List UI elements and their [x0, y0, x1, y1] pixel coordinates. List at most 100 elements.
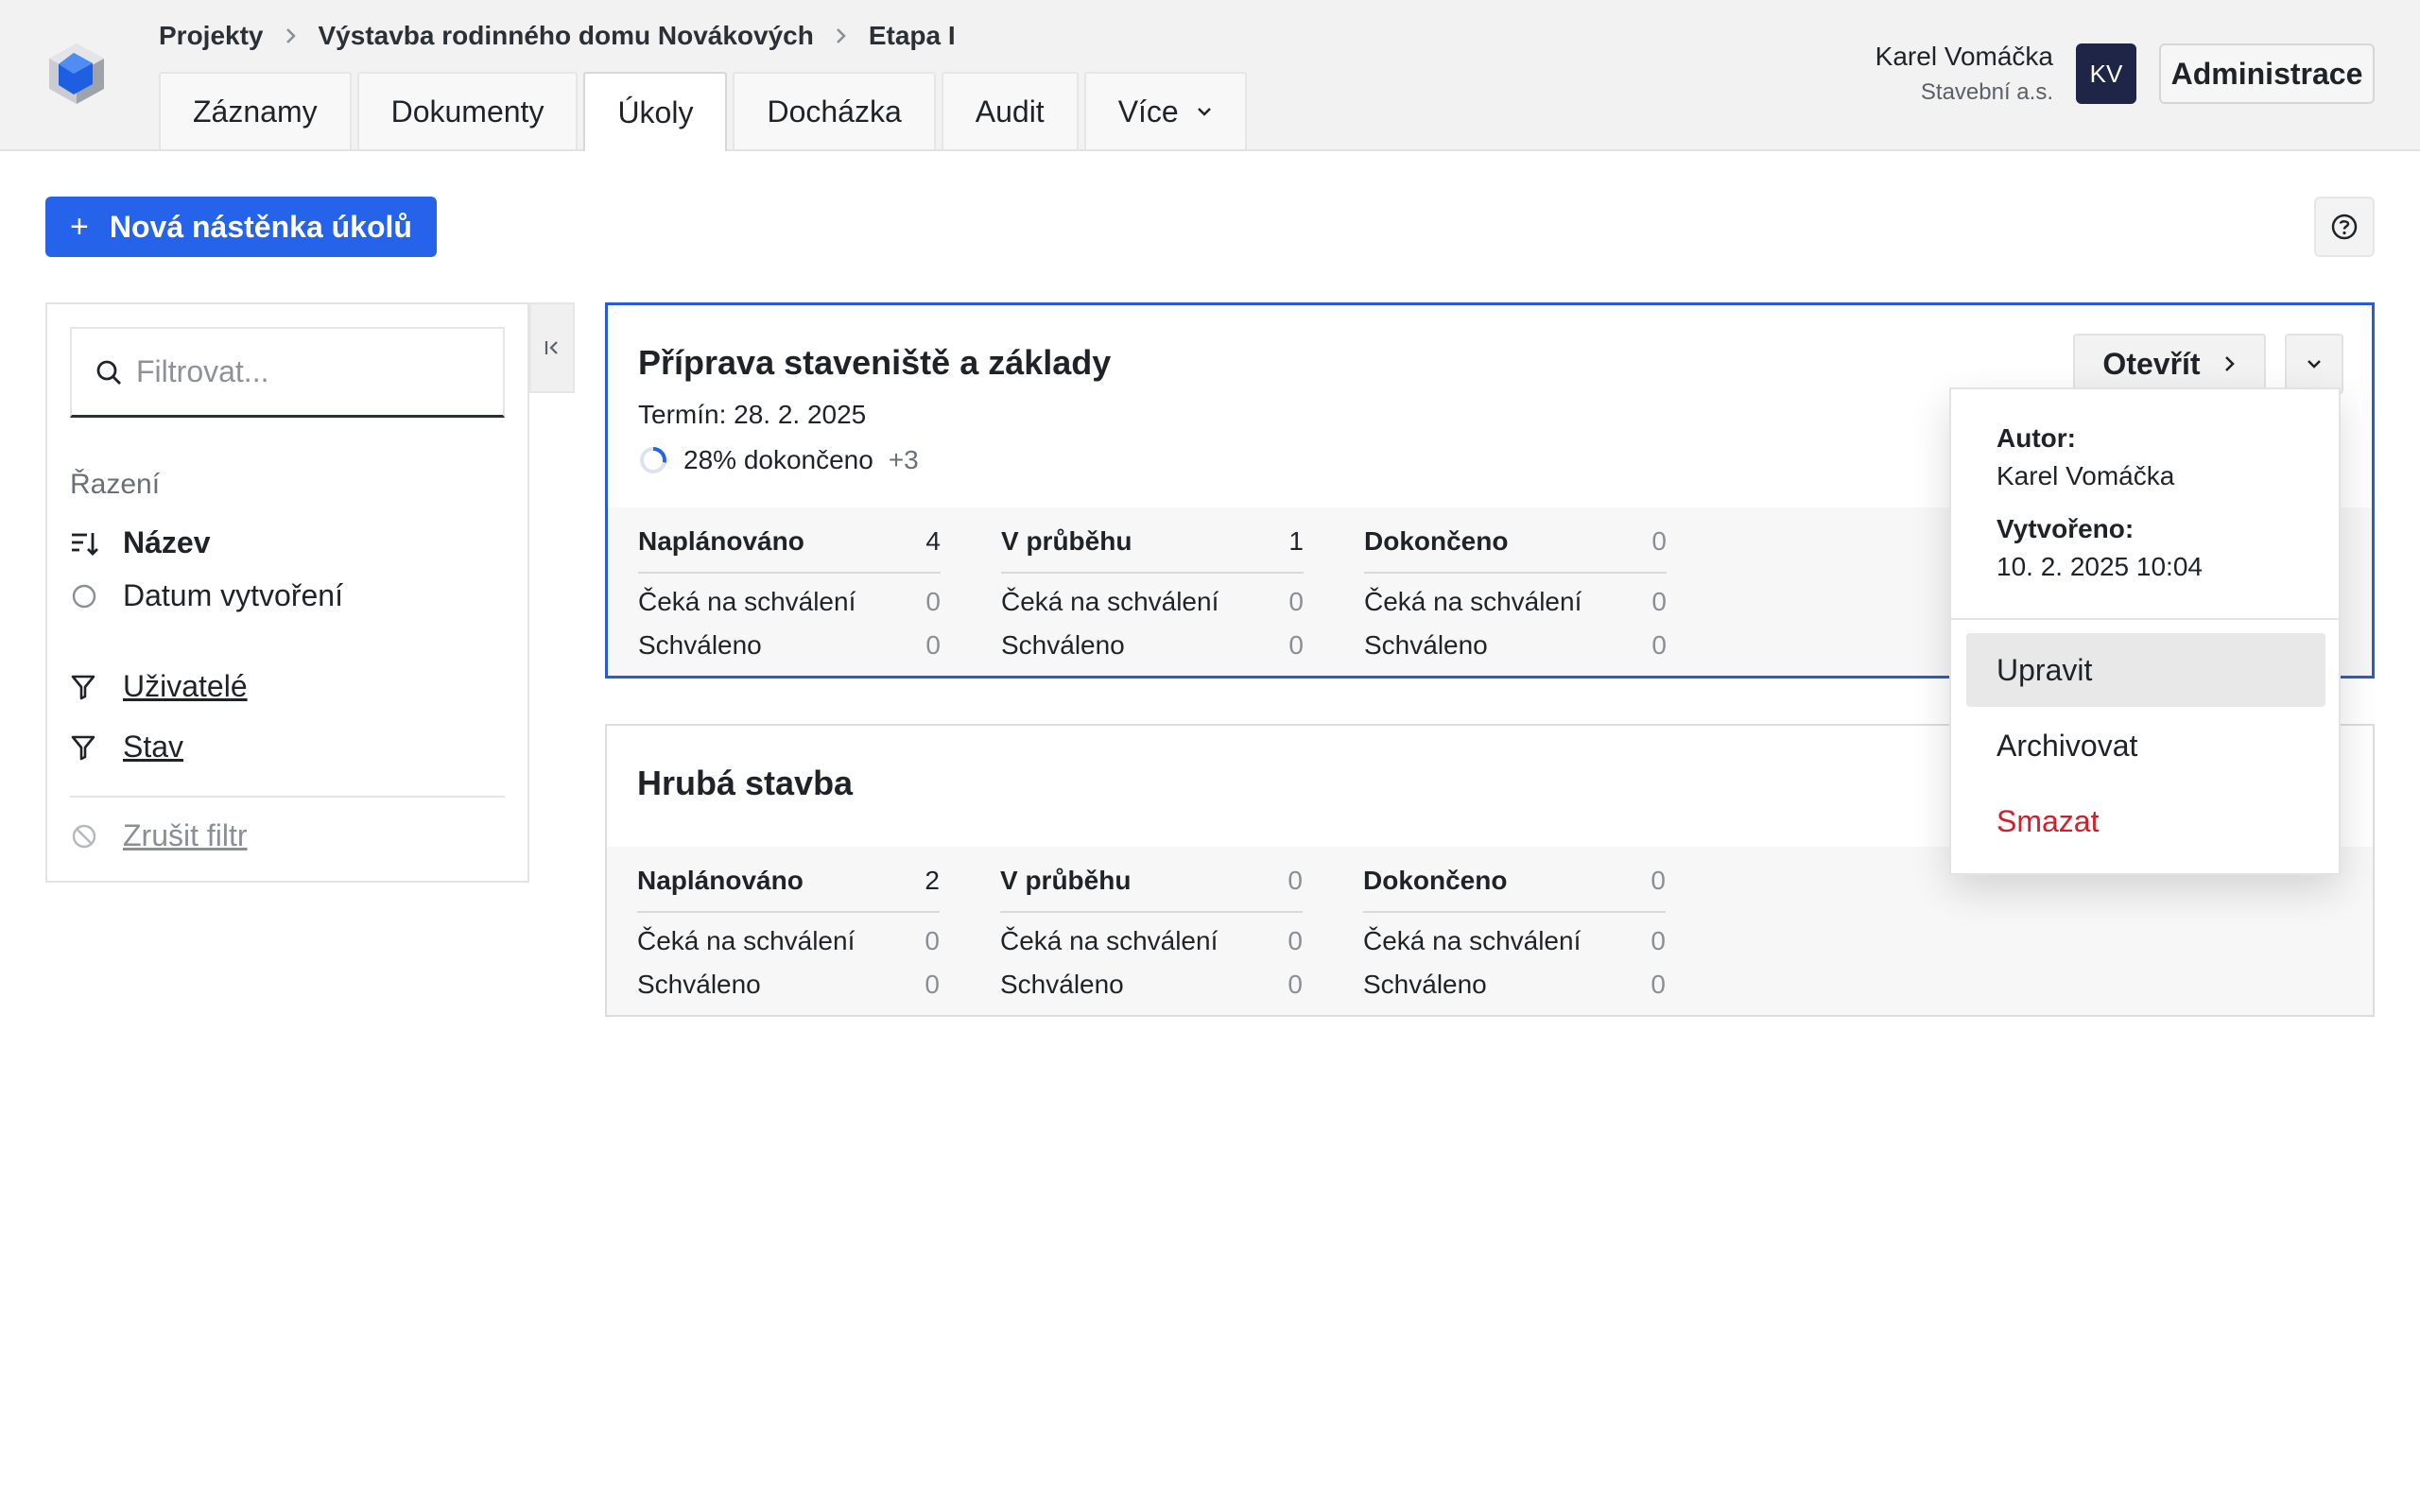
stats-row-value: 0 [1288, 587, 1304, 616]
stats-head-label: Naplánováno [638, 526, 804, 556]
new-task-board-button[interactable]: + Nová nástěnka úkolů [45, 197, 437, 257]
filter-status-label: Stav [123, 730, 184, 764]
stats-row: Schváleno 0 [1363, 970, 1666, 1000]
stats-column-in-progress: V průběhu 1 Čeká na schválení 0 Schváleno 0 [1001, 526, 1304, 661]
stats-row-value: 0 [925, 587, 941, 616]
stats-head-count: 1 [1288, 526, 1304, 556]
stats-column-done: Dokončeno 0 Čeká na schválení 0 Schváleno 0 [1364, 526, 1667, 661]
breadcrumb-stage[interactable]: Etapa I [869, 21, 956, 51]
progress-ring-icon [640, 447, 666, 473]
menu-item-edit[interactable]: Upravit [1966, 633, 2325, 707]
main-tabs: Záznamy Dokumenty Úkoly Docházka Audit V… [159, 72, 1247, 151]
tab-label: Audit [975, 94, 1045, 129]
board-title[interactable]: Příprava staveniště a základy [638, 343, 1111, 383]
stats-head: Naplánováno 2 [637, 866, 940, 913]
filter-sidebar: Řazení Název Datum vytvoření Uživatelé S… [45, 302, 529, 883]
menu-divider [1951, 618, 2339, 620]
created-label: Vytvořeno: [1996, 514, 2135, 543]
stats-column-in-progress: V průběhu 0 Čeká na schválení 0 Schváleno 0 [1000, 866, 1303, 1000]
created-value: 10. 2. 2025 10:04 [1996, 552, 2203, 581]
chevron-down-icon [2308, 360, 2321, 369]
stats-row-label: Schváleno [1364, 630, 1488, 660]
board-menu-button[interactable] [2285, 334, 2343, 394]
stats-head-count: 0 [1651, 526, 1667, 556]
collapse-sidebar-button[interactable] [529, 302, 575, 393]
user-name: Karel Vomáčka [1875, 42, 2053, 71]
stats-head-count: 0 [1288, 866, 1303, 895]
stats-row: Schváleno 0 [1364, 630, 1667, 661]
stats-column-planned: Naplánováno 2 Čeká na schválení 0 Schválen… [637, 866, 940, 1000]
stats-head: V průběhu 1 [1001, 526, 1304, 574]
tab-label: Záznamy [193, 94, 318, 129]
tab-audit[interactable]: Audit [941, 72, 1079, 149]
filter-field[interactable] [70, 327, 505, 418]
stats-row: Čeká na schválení 0 [637, 926, 940, 956]
stats-row-label: Čeká na schválení [638, 587, 856, 616]
tab-more[interactable]: Více [1083, 72, 1247, 149]
author-label: Autor: [1996, 423, 2076, 453]
stats-head-label: V průběhu [1001, 526, 1132, 556]
breadcrumb: Projekty Výstavba rodinného domu Novákov… [159, 19, 956, 53]
stats-row-value: 0 [925, 970, 940, 999]
stats-row-label: Schváleno [1000, 970, 1124, 999]
funnel-icon [70, 733, 104, 762]
filter-users-label: Uživatelé [123, 669, 248, 703]
clear-filter-button[interactable]: Zrušit filtr [70, 818, 248, 853]
open-board-button[interactable]: Otevřít [2073, 334, 2266, 394]
filter-input[interactable] [136, 354, 495, 389]
menu-item-archive[interactable]: Archivovat [1966, 709, 2325, 782]
app-logo-icon[interactable] [45, 40, 108, 108]
stats-head-count: 2 [925, 866, 940, 895]
sort-heading: Řazení [70, 469, 161, 500]
sort-option-name[interactable]: Název [70, 525, 211, 560]
tab-label: Docházka [767, 94, 902, 129]
tab-label: Úkoly [617, 94, 694, 129]
stats-head-label: Naplánováno [637, 866, 804, 895]
more-count[interactable]: +3 [889, 445, 919, 475]
stats-head: Dokončeno 0 [1364, 526, 1667, 574]
stats-column-done: Dokončeno 0 Čeká na schválení 0 Schváleno 0 [1363, 866, 1666, 1000]
stats-row-value: 0 [1288, 970, 1303, 999]
avatar[interactable]: KV [2076, 43, 2136, 104]
chevron-right-icon [285, 26, 298, 45]
tab-tasks[interactable]: Úkoly [583, 72, 728, 151]
stats-row-value: 0 [1288, 926, 1303, 955]
chevron-down-icon [1196, 106, 1213, 117]
breadcrumb-projects[interactable]: Projekty [159, 21, 264, 51]
sort-option-label: Datum vytvoření [123, 578, 343, 612]
board-dropdown-menu: Autor: Karel Vomáčka Vytvořeno: 10. 2. 2… [1949, 387, 2341, 875]
user-info[interactable]: Karel Vomáčka Stavební a.s. [1876, 42, 2053, 106]
board-title[interactable]: Hrubá stavba [637, 764, 853, 803]
menu-item-delete[interactable]: Smazat [1966, 784, 2325, 858]
stats-row: Čeká na schválení 0 [1000, 926, 1303, 956]
chevron-right-icon [835, 26, 848, 45]
tab-attendance[interactable]: Docházka [733, 72, 936, 149]
user-company: Stavební a.s. [1920, 79, 2053, 105]
filter-status[interactable]: Stav [70, 730, 183, 765]
tab-documents[interactable]: Dokumenty [356, 72, 579, 149]
stats-row: Schváleno 0 [1000, 970, 1303, 1000]
radio-icon [70, 582, 104, 610]
stats-row: Schváleno 0 [638, 630, 941, 661]
stats-row-value: 0 [1651, 630, 1667, 660]
stats-head-count: 0 [1651, 866, 1666, 895]
stats-row-label: Schváleno [1363, 970, 1487, 999]
filter-users[interactable]: Uživatelé [70, 669, 248, 704]
tab-records[interactable]: Záznamy [159, 72, 352, 149]
stats-row-label: Čeká na schválení [1001, 587, 1219, 616]
stats-head-label: V průběhu [1000, 866, 1132, 895]
app-header: Projekty Výstavba rodinného domu Novákov… [0, 0, 2420, 151]
search-icon [96, 360, 121, 385]
help-button[interactable] [2314, 197, 2375, 257]
sort-option-created[interactable]: Datum vytvoření [70, 578, 343, 613]
stats-row: Čeká na schválení 0 [1001, 587, 1304, 617]
funnel-icon [70, 673, 104, 701]
stats-row-value: 0 [1651, 926, 1666, 955]
stats-row-label: Čeká na schválení [1000, 926, 1219, 955]
stats-row-label: Schváleno [1001, 630, 1125, 660]
stats-head-label: Dokončeno [1364, 526, 1509, 556]
administration-button[interactable]: Administrace [2159, 43, 2375, 104]
breadcrumb-project[interactable]: Výstavba rodinného domu Novákových [319, 21, 814, 51]
new-task-board-label: Nová nástěnka úkolů [109, 209, 412, 244]
stats-head-label: Dokončeno [1363, 866, 1508, 895]
